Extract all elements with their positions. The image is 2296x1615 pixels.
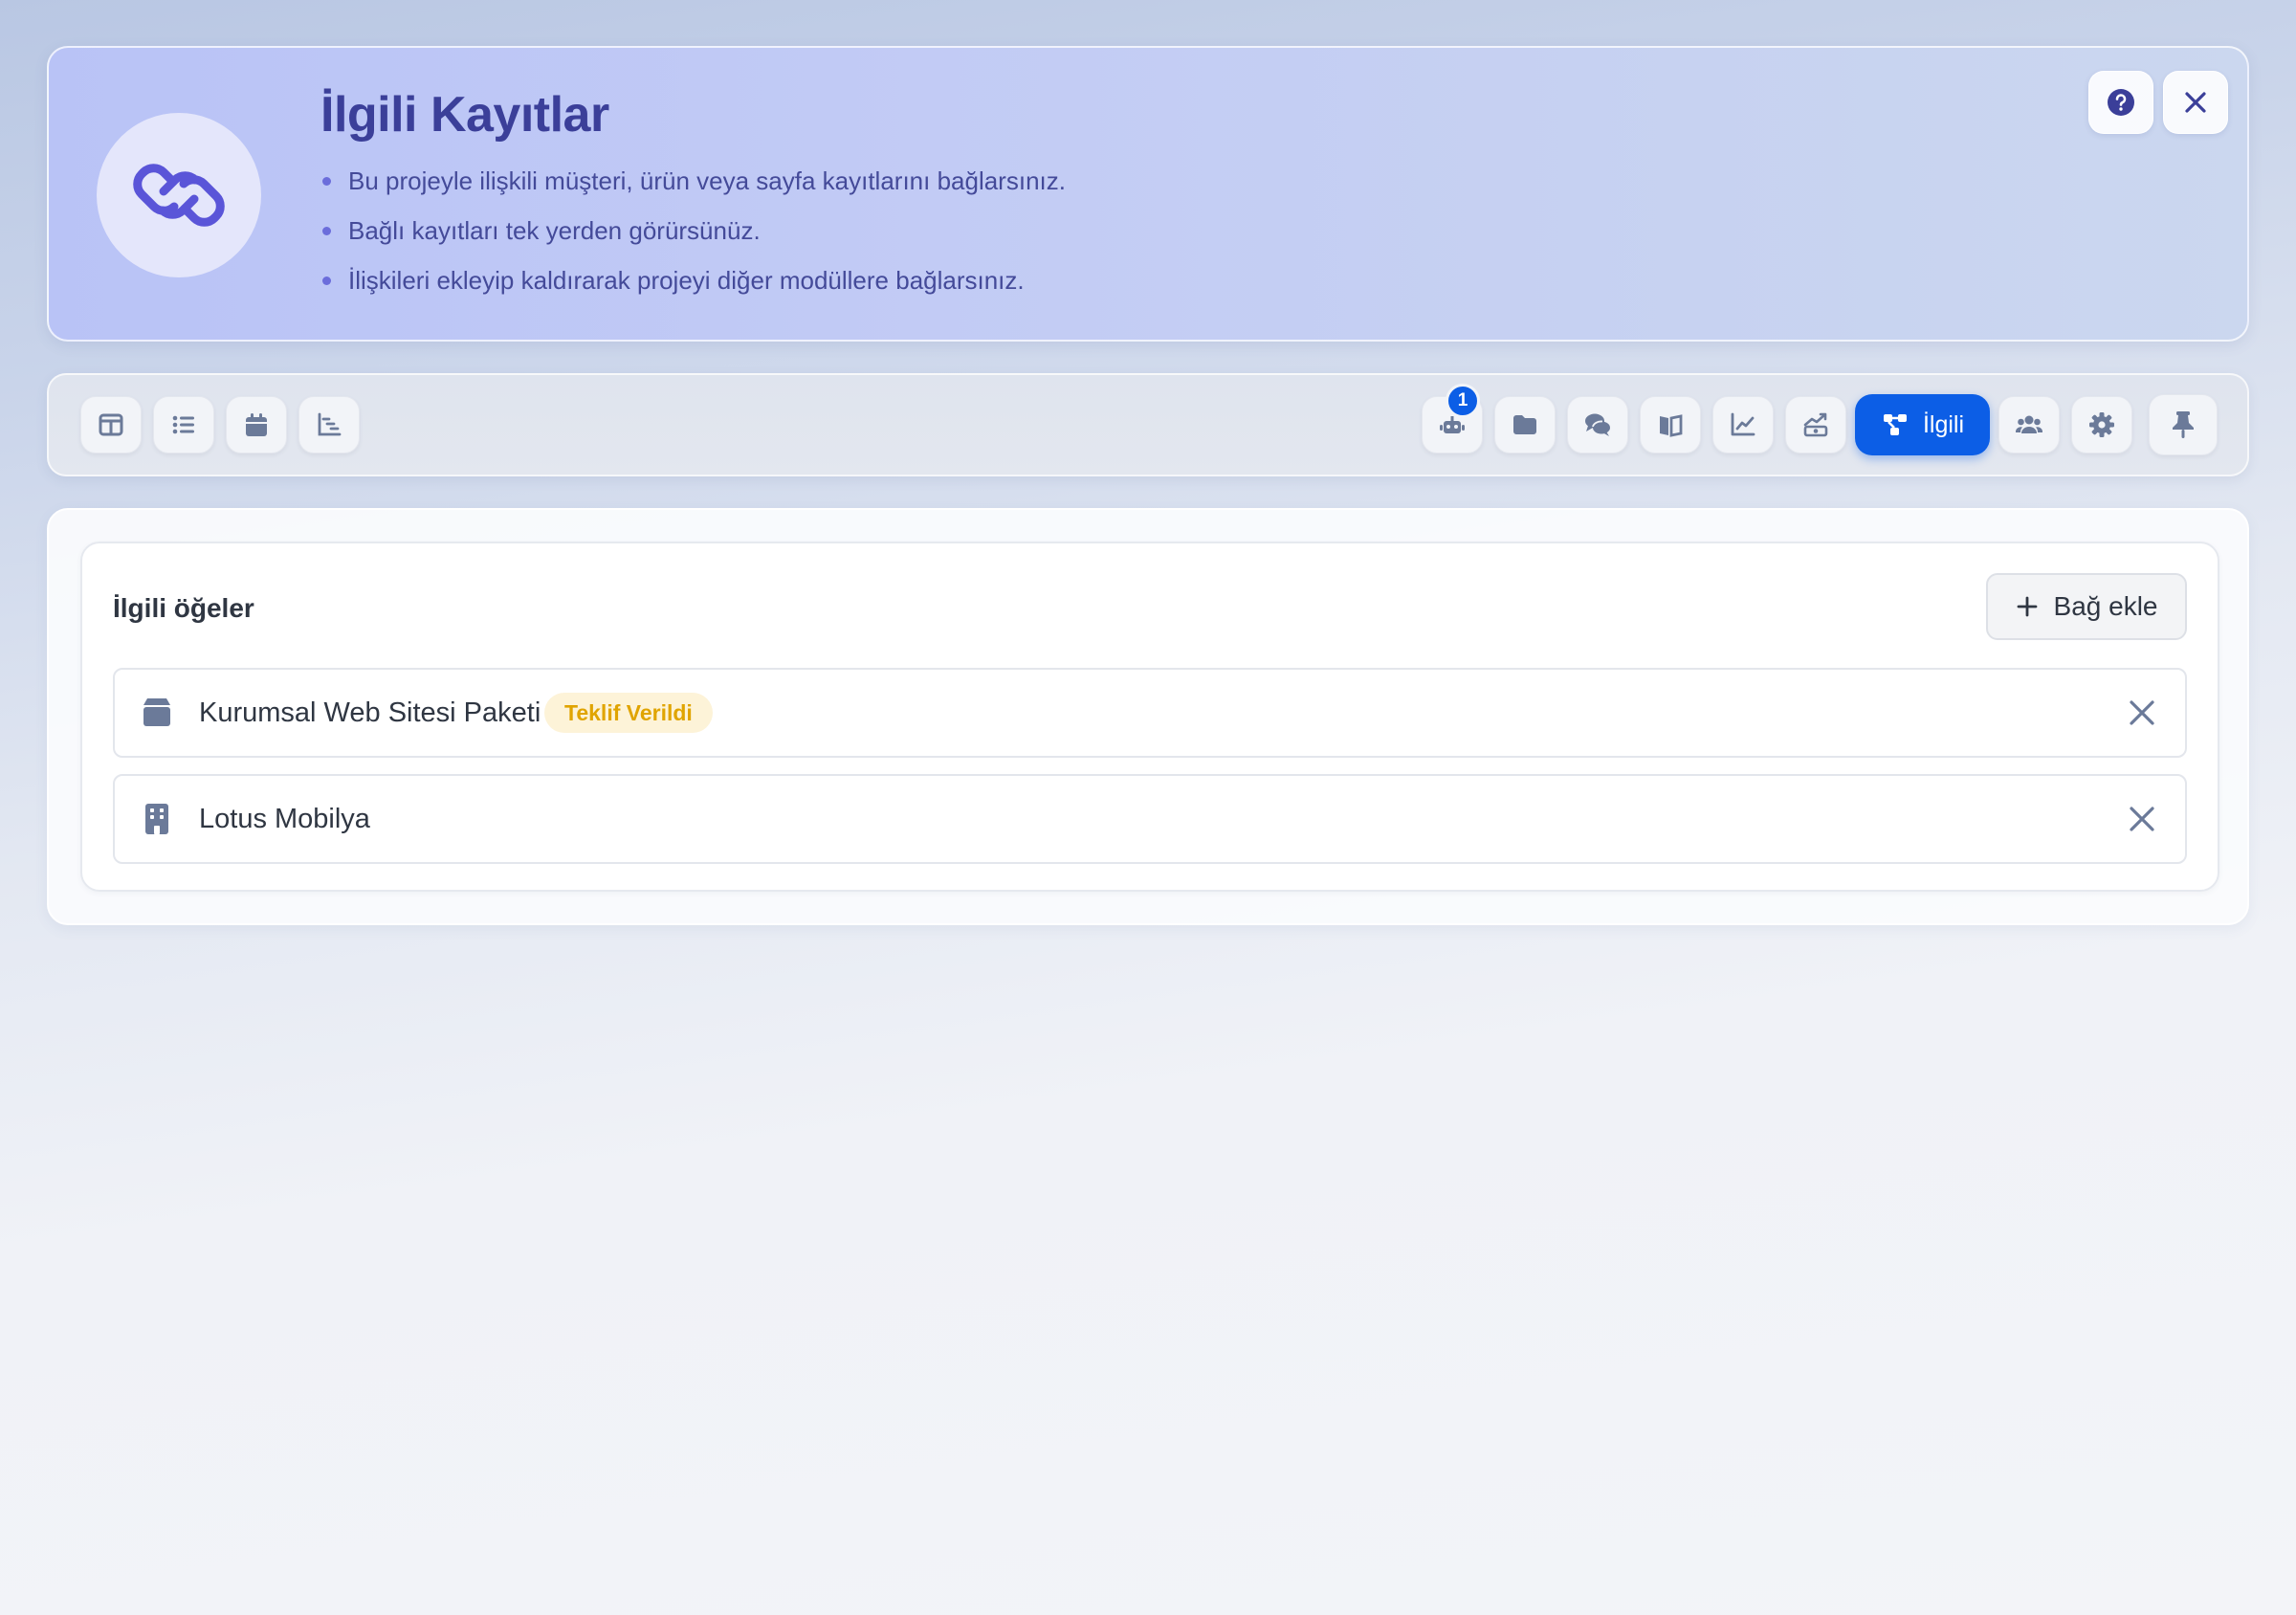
banner-bullet: Bu projeyle ilişkili müşteri, ürün veya … — [320, 166, 1066, 215]
analytics-button[interactable] — [1785, 396, 1846, 454]
gantt-icon — [318, 412, 342, 436]
view-gantt-button[interactable] — [298, 396, 360, 454]
line-chart-icon — [1731, 412, 1755, 436]
settings-button[interactable] — [2071, 396, 2132, 454]
link-icon — [97, 113, 261, 277]
status-badge: Teklif Verildi — [544, 693, 713, 733]
related-item-label: Lotus Mobilya — [199, 803, 370, 834]
growth-chart-icon — [1803, 412, 1828, 437]
close-icon — [2130, 700, 2154, 725]
tab-related[interactable]: İlgili — [1855, 394, 1990, 455]
pin-button[interactable] — [2149, 394, 2218, 455]
docs-button[interactable] — [1640, 396, 1701, 454]
remove-link-button[interactable] — [2126, 803, 2158, 835]
question-circle-icon — [2108, 89, 2134, 116]
info-banner: İlgili Kayıtlar Bu projeyle ilişkili müş… — [47, 46, 2249, 342]
banner-bullet-list: Bu projeyle ilişkili müşteri, ürün veya … — [320, 166, 1066, 315]
box-icon — [144, 698, 170, 726]
related-items-card: İlgili öğeler Bağ ekle Kurumsal Web Site… — [80, 542, 2219, 892]
folder-icon — [1513, 415, 1536, 434]
gear-icon — [2089, 412, 2114, 437]
layout-columns-icon — [99, 413, 123, 436]
team-button[interactable] — [1998, 396, 2060, 454]
tasks-button[interactable]: 1 — [1422, 384, 1483, 454]
page-title: İlgili Kayıtlar — [320, 87, 609, 143]
view-board-button[interactable] — [80, 396, 142, 454]
related-item-label: Kurumsal Web Sitesi Paketi — [199, 697, 541, 728]
banner-bullet: Bağlı kayıtları tek yerden görürsünüz. — [320, 215, 1066, 265]
list-icon — [172, 415, 194, 434]
plus-icon — [2017, 596, 2037, 617]
thumbtack-icon — [2173, 411, 2194, 438]
sitemap-icon — [1883, 414, 1907, 435]
content-panel: İlgili öğeler Bağ ekle Kurumsal Web Site… — [47, 508, 2249, 925]
view-list-button[interactable] — [153, 396, 214, 454]
tab-related-label: İlgili — [1922, 410, 1965, 438]
building-icon — [145, 804, 168, 834]
reports-button[interactable] — [1712, 396, 1774, 454]
remove-link-button[interactable] — [2126, 697, 2158, 729]
banner-bullet: İlişkileri ekleyip kaldırarak projeyi di… — [320, 265, 1066, 315]
section-title: İlgili öğeler — [113, 593, 254, 623]
related-item[interactable]: Lotus Mobilya — [113, 774, 2187, 864]
toolbar: 1 İlgili — [47, 373, 2249, 476]
add-link-label: Bağ ekle — [2053, 591, 2158, 621]
comments-button[interactable] — [1567, 396, 1628, 454]
book-icon — [1660, 414, 1683, 437]
close-button[interactable] — [2163, 71, 2228, 134]
add-link-button[interactable]: Bağ ekle — [1986, 573, 2187, 640]
notification-badge: 1 — [1446, 384, 1480, 418]
close-icon — [2185, 92, 2206, 113]
related-item[interactable]: Kurumsal Web Sitesi Paketi Teklif Verild… — [113, 668, 2187, 758]
files-button[interactable] — [1494, 396, 1556, 454]
view-calendar-button[interactable] — [226, 396, 287, 454]
users-icon — [2015, 415, 2043, 433]
comments-icon — [1585, 413, 1610, 436]
close-icon — [2130, 807, 2154, 831]
help-button[interactable] — [2088, 71, 2153, 134]
calendar-icon — [246, 413, 267, 436]
